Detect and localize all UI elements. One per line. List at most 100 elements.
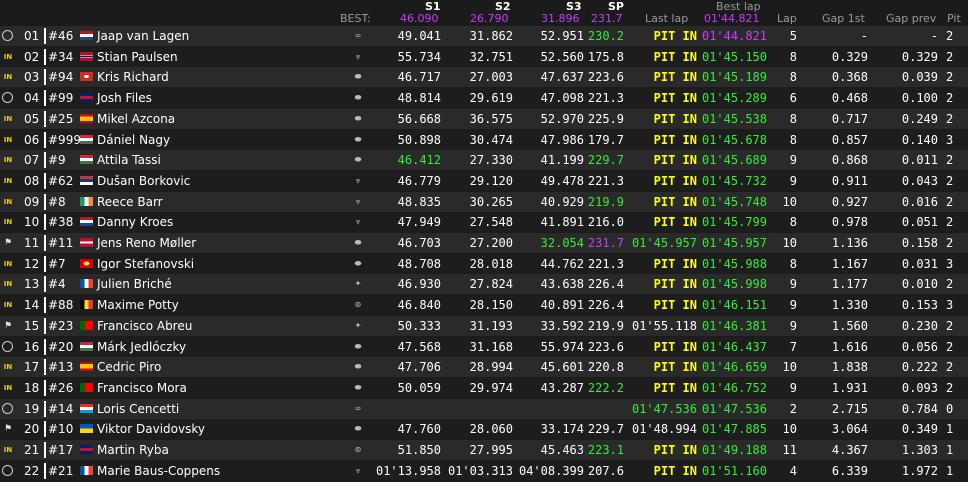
table-row[interactable]: IN ⬬ 18 #26 Francisco Mora 50.059 29.974 43.287… [0, 377, 968, 398]
table-row[interactable]: ⚑ ⬬ 11 #11 Jens Reno Møller 46.703 27.200 32.05… [0, 233, 968, 253]
driver-name: Reece Barr [97, 194, 163, 209]
sector-1: 51.850 [397, 443, 441, 457]
gap-previous: 0.043 [901, 173, 938, 188]
best-lap: 01'46.659 [701, 360, 767, 375]
lap-count: 7 [789, 339, 797, 354]
driver-name: Mikel Azcona [97, 111, 176, 126]
position: 15 [24, 318, 40, 333]
table-row[interactable]: IN ⬬ 17 #13 Cedric Piro 47.706 28.994 45.601 220… [0, 357, 968, 378]
best-lap: 01'49.188 [701, 443, 767, 457]
flag-pt-icon [80, 382, 93, 392]
table-row[interactable]: ⚑ ✦ 15 #23 Francisco Abreu 50.333 31.193 33.592… [0, 315, 968, 336]
gap-previous: 0.100 [901, 91, 938, 106]
gap-previous: 0.230 [901, 318, 938, 333]
table-row[interactable]: ⬬ 16 #20 Márk Jedlóczky 47.568 31.168 55.974 22… [0, 336, 968, 357]
car-number: #14 [48, 401, 74, 416]
gap-previous: 0.349 [901, 422, 938, 437]
sector-3: 32.054 [540, 236, 584, 250]
hyundai-logo-icon: ⬬ [354, 72, 362, 82]
col-gap-1st[interactable]: Gap 1st [822, 12, 865, 25]
table-row[interactable]: IN ⩔ 10 #38 Danny Kroes 47.949 27.548 41.891 216… [0, 212, 968, 233]
sector-2: 27.995 [469, 443, 513, 457]
position: 06 [24, 132, 40, 147]
table-row[interactable]: IN ⬬ 07 #9 Attila Tassi 46.412 27.330 41.199 229… [0, 150, 968, 171]
car-number: #17 [48, 443, 74, 457]
best-s3: 31.896 [541, 12, 580, 25]
best-label: BEST: [340, 12, 371, 25]
col-lap[interactable]: Lap [777, 12, 797, 25]
pit-count: 2 [946, 339, 954, 354]
table-row[interactable]: ⩔ 22 #21 Marie Baus-Coppens 01'13.958 01'03.3… [0, 460, 968, 481]
gap-first: 1.560 [831, 318, 868, 333]
row-divider [44, 214, 46, 231]
flag-no-icon [80, 51, 93, 61]
table-row[interactable]: IN ⊛ 14 #88 Maxime Potty 46.840 28.150 40.891 22… [0, 295, 968, 316]
sector-2: 28.018 [469, 256, 513, 271]
row-divider [44, 193, 46, 210]
last-lap: 01'55.118 [631, 318, 697, 333]
sector-2: 01'03.313 [447, 463, 513, 478]
driver-name: Danny Kroes [97, 215, 174, 230]
lap-count: 10 [782, 422, 797, 437]
sector-3: 04'08.399 [518, 463, 584, 478]
hyundai-logo-icon: ⬬ [354, 238, 362, 247]
last-lap: 01'47.536 [631, 401, 697, 416]
lap-count: 9 [789, 153, 797, 168]
last-lap: PIT IN [653, 298, 697, 313]
table-row[interactable]: IN ⬬ 03 #94 Kris Richard 46.717 27.003 47.637 22… [0, 67, 968, 88]
hyundai-logo-icon: ⬬ [354, 134, 362, 144]
flag-rs-icon [80, 175, 93, 185]
pit-count: 2 [946, 29, 954, 43]
flag-gb-icon [80, 445, 93, 454]
cupra-logo-icon: ⩔ [355, 51, 361, 61]
pit-count: 2 [946, 194, 954, 209]
pit-in-icon: IN [3, 363, 13, 372]
table-row[interactable]: IN ⬬ 06 #999 Dániel Nagy 50.898 30.474 47.986 17… [0, 129, 968, 150]
lap-count: 8 [789, 256, 797, 271]
sector-1: 46.703 [397, 236, 441, 250]
best-lap: 01'45.748 [701, 194, 767, 209]
lap-count: 6 [789, 91, 797, 106]
table-row[interactable]: IN ⩔ 08 #62 Dušan Borkovic 46.779 29.120 49.478… [0, 170, 968, 191]
driver-name: Kris Richard [97, 70, 169, 85]
gap-first: 1.616 [831, 339, 868, 354]
sector-1 [370, 399, 441, 419]
table-row[interactable]: IN ⬬ 12 #7 Igor Stefanovski 48.708 28.018 44.76… [0, 253, 968, 274]
driver-name: Josh Files [97, 91, 152, 106]
table-row[interactable]: IN ⩔ 09 #8 Reece Barr 48.835 30.265 40.929 219.9… [0, 191, 968, 212]
flag-be-icon [80, 300, 93, 310]
row-divider [44, 442, 46, 458]
gap-first: 0.368 [831, 70, 868, 85]
checkered-flag-icon: ⚑ [3, 320, 13, 331]
best-lap: 01'45.998 [701, 277, 767, 292]
col-last-lap[interactable]: Last lap [645, 12, 688, 25]
gap-previous: 0.056 [901, 339, 938, 354]
sector-2: 28.150 [469, 298, 513, 313]
col-gap-prev[interactable]: Gap prev [886, 12, 936, 25]
position: 03 [24, 70, 40, 85]
table-row[interactable]: ∞ 01 #46 Jaap van Lagen 49.041 31.862 52.951 23… [0, 26, 968, 46]
sector-3: 47.098 [540, 91, 584, 106]
table-row[interactable]: ∞ 19 #14 Loris Cencetti 01'47.536 01'47.536 2 2… [0, 398, 968, 419]
car-number: #25 [48, 111, 74, 126]
gap-previous: 0.016 [901, 194, 938, 209]
position: 22 [24, 463, 40, 478]
pit-count: 2 [946, 380, 954, 395]
table-row[interactable]: IN ⊛ 21 #17 Martin Ryba 51.850 27.995 45.463 223… [0, 440, 968, 460]
position: 10 [24, 215, 40, 230]
driver-name: Jens Reno Møller [97, 236, 197, 250]
car-number: #10 [48, 422, 74, 437]
best-lap: 01'45.689 [701, 153, 767, 168]
flag-es-icon [80, 362, 93, 372]
table-row[interactable]: IN ⬬ 05 #25 Mikel Azcona 56.668 36.575 52.970 22… [0, 108, 968, 129]
pit-count: 2 [946, 318, 954, 333]
table-row[interactable]: IN ⩔ 02 #34 Stian Paulsen 55.734 32.751 52.560 1… [0, 46, 968, 67]
table-row[interactable]: ⬬ 04 #99 Josh Files 48.814 29.619 47.098 221.3 P… [0, 88, 968, 109]
gap-first: 0.329 [831, 49, 868, 64]
col-pit[interactable]: Pit [947, 12, 961, 25]
sector-1: 46.717 [397, 70, 441, 85]
table-row[interactable]: IN ✦ 13 #4 Julien Briché 46.930 27.824 43.638 22… [0, 274, 968, 295]
best-lap: 01'45.732 [701, 173, 767, 188]
table-row[interactable]: ⚑ ⬬ 20 #10 Viktor Davidovsky 47.760 28.060 33.1… [0, 419, 968, 440]
row-divider [44, 131, 46, 148]
